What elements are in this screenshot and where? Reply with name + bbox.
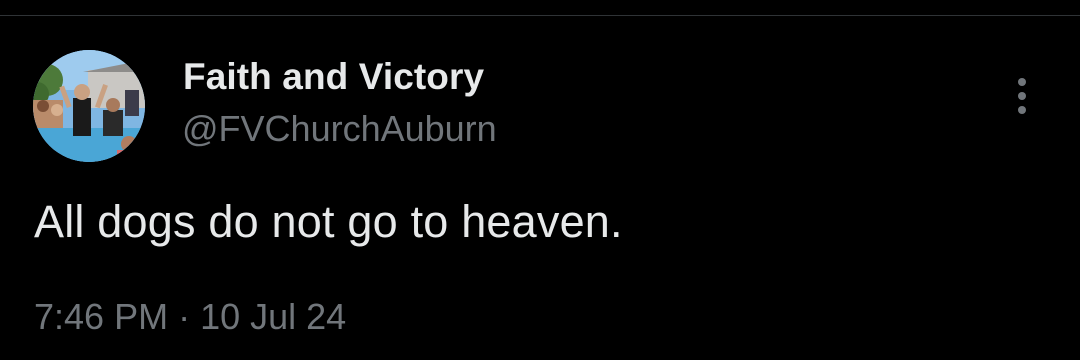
tweet-time: 7:46 PM [34,296,169,337]
more-vertical-icon [1018,78,1026,86]
more-vertical-icon [1018,92,1026,100]
more-options-button[interactable] [1004,74,1042,118]
tweet[interactable]: Faith and Victory @FVChurchAuburn All do… [0,16,1080,360]
author-display-name[interactable]: Faith and Victory [183,56,484,98]
tweet-timestamp[interactable]: 7:46 PM · 10 Jul 24 [34,296,346,338]
more-vertical-icon [1018,106,1026,114]
tweet-date: 10 Jul 24 [200,296,347,337]
meta-separator: · [178,296,191,337]
author-handle[interactable]: @FVChurchAuburn [182,108,497,150]
tweet-text: All dogs do not go to heaven. [34,196,623,247]
avatar[interactable] [33,50,145,162]
avatar-photo-icon [33,50,145,162]
